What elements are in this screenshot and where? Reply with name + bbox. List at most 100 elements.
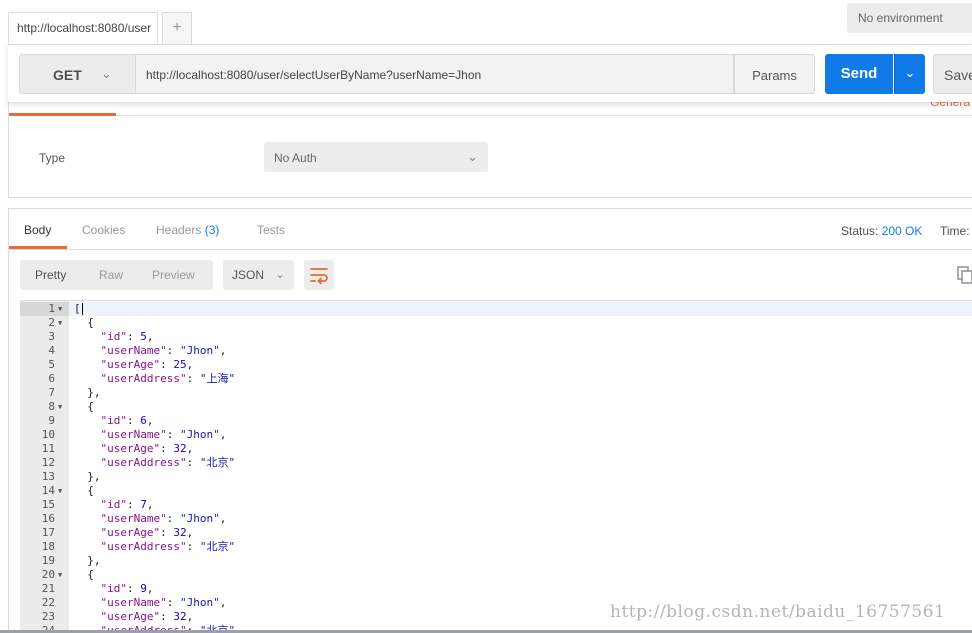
plus-icon: +: [172, 19, 182, 36]
request-tab-label: http://localhost:8080/user: [17, 21, 152, 35]
code-line: 12 "userAddress": "北京": [20, 456, 972, 470]
method-select[interactable]: GET ⌄: [19, 54, 136, 94]
save-label: Save: [944, 67, 972, 83]
auth-type-select[interactable]: No Auth ⌄: [264, 142, 488, 172]
code-text: "userAddress": "上海": [100, 372, 236, 385]
wrap-lines-button[interactable]: [304, 260, 334, 290]
line-number: 18: [41, 540, 55, 553]
code-text: "id": 5,: [100, 330, 154, 343]
fold-toggle-icon[interactable]: ▼: [58, 568, 62, 582]
code-line: 1 ▼ [: [20, 302, 972, 316]
response-status: Status: 200 OK: [841, 224, 922, 238]
format-preview[interactable]: Preview: [152, 268, 195, 282]
time-label: Time:: [940, 224, 970, 238]
send-label: Send: [840, 65, 878, 82]
format-pretty[interactable]: Pretty: [35, 268, 66, 282]
auth-type-value: No Auth: [274, 151, 317, 165]
code-text: [: [74, 302, 83, 315]
fold-toggle-icon[interactable]: ▼: [58, 302, 62, 316]
code-text: "userName": "Jhon",: [100, 344, 227, 357]
code-line: 21 "id": 9,: [20, 582, 972, 596]
line-number: 2: [48, 316, 55, 329]
tab-cookies[interactable]: Cookies: [82, 223, 125, 237]
status-value: 200 OK: [881, 224, 923, 238]
line-number: 10: [41, 428, 55, 441]
tab-strip: http://localhost:8080/user + No environm…: [0, 0, 972, 44]
language-select[interactable]: JSON ⌄: [223, 260, 294, 290]
line-number: 21: [41, 582, 55, 595]
active-tab-indicator: [9, 113, 116, 116]
code-line: 14 ▼ {: [20, 484, 972, 498]
code-text: {: [74, 484, 94, 497]
request-bar: GET ⌄ http://localhost:8080/user/selectU…: [8, 44, 972, 102]
code-text: "userAddress": "北京": [100, 456, 236, 469]
line-number: 1: [48, 302, 55, 315]
code-line: 7 },: [20, 386, 972, 400]
save-button[interactable]: Save: [933, 54, 972, 94]
code-text: "userAge": 32,: [100, 526, 194, 539]
response-panel: Body Cookies Headers (3) Tests Status: 2…: [8, 208, 972, 633]
send-button[interactable]: Send: [825, 54, 893, 94]
fold-toggle-icon[interactable]: ▼: [58, 316, 62, 330]
fold-toggle-icon[interactable]: ▼: [58, 484, 62, 498]
tab-cookies-label: Cookies: [82, 223, 126, 237]
code-text: "id": 9,: [100, 582, 154, 595]
tab-tests[interactable]: Tests: [257, 223, 285, 237]
params-button[interactable]: Params: [734, 54, 815, 94]
code-line: 15 "id": 7,: [20, 498, 972, 512]
line-number: 23: [41, 610, 55, 623]
line-number: 9: [48, 414, 55, 427]
tab-body-label: Body: [24, 223, 52, 237]
method-label: GET: [53, 67, 82, 83]
language-value: JSON: [232, 268, 265, 282]
code-line: 19 },: [20, 554, 972, 568]
code-line: 10 "userName": "Jhon",: [20, 428, 972, 442]
request-tab[interactable]: http://localhost:8080/user: [8, 12, 158, 44]
code-text: "userAddress": "北京": [100, 540, 236, 553]
code-text: {: [74, 400, 94, 413]
code-line: 20 ▼ {: [20, 568, 972, 582]
code-text: "userName": "Jhon",: [100, 428, 227, 441]
response-code-editor[interactable]: 1 ▼[2 ▼ {3 "id": 5, 4 "userName": "Jhon", 5 …: [20, 300, 972, 633]
chevron-down-icon: ⌄: [274, 267, 285, 281]
tab-body[interactable]: Body: [24, 223, 51, 237]
code-line: 9 "id": 6,: [20, 414, 972, 428]
auth-type-label: Type: [39, 151, 66, 165]
code-text: },: [74, 554, 101, 567]
code-text: "id": 7,: [100, 498, 154, 511]
auth-panel: Type No Auth ⌄: [8, 102, 972, 198]
code-text: },: [74, 470, 101, 483]
response-tabs: Body Cookies Headers (3) Tests Status: 2…: [9, 209, 972, 250]
wrap-lines-icon: [310, 268, 328, 285]
chevron-down-icon: ⌄: [101, 66, 112, 81]
copy-icon[interactable]: [957, 266, 972, 284]
line-number: 7: [48, 386, 55, 399]
fold-toggle-icon[interactable]: ▼: [58, 400, 62, 414]
code-line: 13 },: [20, 470, 972, 484]
line-number: 16: [41, 512, 55, 525]
line-number: 11: [41, 442, 55, 455]
line-number: 13: [41, 470, 55, 483]
format-raw[interactable]: Raw: [99, 268, 123, 282]
tab-headers-label: Headers: [156, 223, 202, 237]
code-text: "userAge": 25,: [100, 358, 194, 371]
chevron-down-icon: ⌄: [904, 65, 916, 80]
line-number: 4: [48, 344, 55, 357]
code-line: 18 "userAddress": "北京": [20, 540, 972, 554]
watermark: http://blog.csdn.net/baidu_16757561: [610, 602, 946, 622]
code-line: 11 "userAge": 32,: [20, 442, 972, 456]
send-dropdown-button[interactable]: ⌄: [894, 54, 925, 94]
tab-headers[interactable]: Headers (3): [156, 223, 219, 237]
line-number: 19: [41, 554, 55, 567]
headers-count-badge: (3): [204, 223, 220, 237]
active-tab-indicator: [9, 246, 67, 249]
line-number: 6: [48, 372, 55, 385]
code-line: 2 ▼ {: [20, 316, 972, 330]
url-input[interactable]: http://localhost:8080/user/selectUserByN…: [135, 54, 734, 94]
params-label: Params: [752, 68, 797, 83]
status-label: Status:: [841, 224, 879, 238]
environment-select[interactable]: No environment: [847, 3, 972, 33]
code-text: "userName": "Jhon",: [100, 596, 227, 609]
new-tab-button[interactable]: +: [162, 12, 192, 44]
line-number: 3: [48, 330, 55, 343]
